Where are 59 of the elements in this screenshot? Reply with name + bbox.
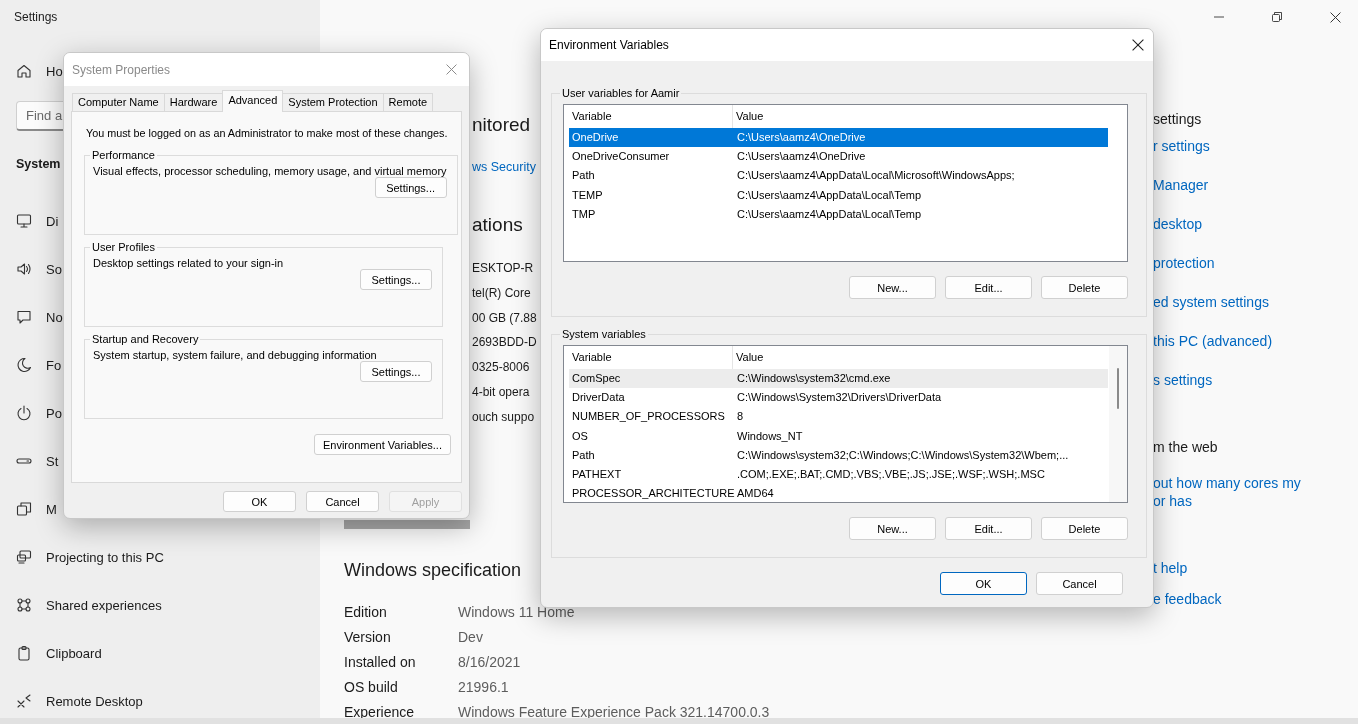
section-heading: settings <box>1153 110 1202 129</box>
spec-label: Edition <box>344 603 388 622</box>
spec-value: Dev <box>458 628 484 647</box>
group-description: Visual effects, processor scheduling, memory usage, and virtual memory <box>93 165 447 177</box>
spec-value: ESKTOP-R <box>472 260 535 277</box>
spec-value: 00 GB (7.88 <box>472 309 538 327</box>
section-title: System <box>16 156 61 172</box>
section-heading: m the web <box>1153 438 1218 457</box>
table-cell-text: OneDrive <box>571 130 620 145</box>
spec-value: 2693BDD-D <box>472 334 538 352</box>
table-cell-text: 8 <box>736 409 745 425</box>
table-cell-text: C:\Windows\system32\cmd.exe <box>736 371 892 386</box>
table-cell-text: TEMP <box>571 187 604 203</box>
spec-value: 8/16/2021 <box>458 653 522 672</box>
spec-value: Windows Feature Experience Pack 321.14700.0.3 <box>458 703 770 722</box>
group-title: Startup and Recovery <box>91 333 200 345</box>
group-title: Performance <box>91 149 156 161</box>
spec-label: Version <box>344 628 392 647</box>
group-title: User variables for Aamir <box>561 87 681 99</box>
spec-label: Installed on <box>344 653 417 672</box>
table-cell-text: C:\Users\aamz4\OneDrive <box>736 149 867 165</box>
heading: nitored <box>472 113 532 137</box>
table-cell-text: Windows_NT <box>736 428 804 444</box>
table-cell-text: C:\Windows\system32;C:\Windows;C:\Windows\System32\Wbem;... <box>736 447 1070 463</box>
table-cell-text: DriverData <box>571 390 626 406</box>
spec-value: tel(R) Core <box>472 284 532 302</box>
group-title: User Profiles <box>91 241 156 253</box>
table-cell-text: AMD64 <box>736 486 775 502</box>
spec-label: OS build <box>344 678 399 697</box>
section-heading: Windows specification <box>344 559 523 582</box>
table-cell-text: C:\Users\aamz4\AppData\Local\Temp <box>736 206 923 222</box>
spec-value: ouch suppo <box>472 408 536 426</box>
table-cell-text: C:\Windows\System32\Drivers\DriverData <box>736 390 943 406</box>
heading: ations <box>472 213 524 237</box>
table-cell-text: OS <box>571 428 589 444</box>
spec-value: 4-bit opera <box>472 384 531 401</box>
table-cell-text: TMP <box>571 206 597 222</box>
table-cell-text: C:\Users\aamz4\OneDrive <box>736 130 867 145</box>
dialog-title: System Properties <box>72 62 171 77</box>
table-cell-text: Path <box>571 168 596 184</box>
spec-label: Experience <box>344 703 416 722</box>
table-cell-text: C:\Users\aamz4\AppData\Local\Microsoft\WindowsApps; <box>736 168 1016 184</box>
dialog-title: Environment Variables <box>549 38 669 52</box>
table-cell-text: PATHEXT <box>571 466 623 482</box>
spec-value: Windows 11 Home <box>458 603 576 622</box>
table-cell-text: C:\Users\aamz4\AppData\Local\Temp <box>736 187 923 203</box>
table-cell-text: ComSpec <box>571 371 622 386</box>
group-title: System variables <box>561 328 647 340</box>
spec-value: 0325-8006 <box>472 359 531 377</box>
spec-value: 21996.1 <box>458 678 510 697</box>
notice-text: You must be logged on as an Administrator to make most of these changes. <box>86 126 448 140</box>
group-description: System startup, system failure, and debugging information <box>93 349 378 361</box>
window-title: Settings <box>14 9 58 25</box>
table-cell-text: PROCESSOR_ARCHITECTURE <box>571 486 734 502</box>
table-cell-text: .COM;.EXE;.BAT;.CMD;.VBS;.VBE;.JS;.JSE;.WSF;.WSH;.MSC <box>736 466 1046 482</box>
table-cell-text: NUMBER_OF_PROCESSORS <box>571 409 726 425</box>
table-cell-text: Path <box>571 447 596 463</box>
group-description: Desktop settings related to your sign-in <box>93 257 285 269</box>
table-cell-text: OneDriveConsumer <box>571 149 671 165</box>
